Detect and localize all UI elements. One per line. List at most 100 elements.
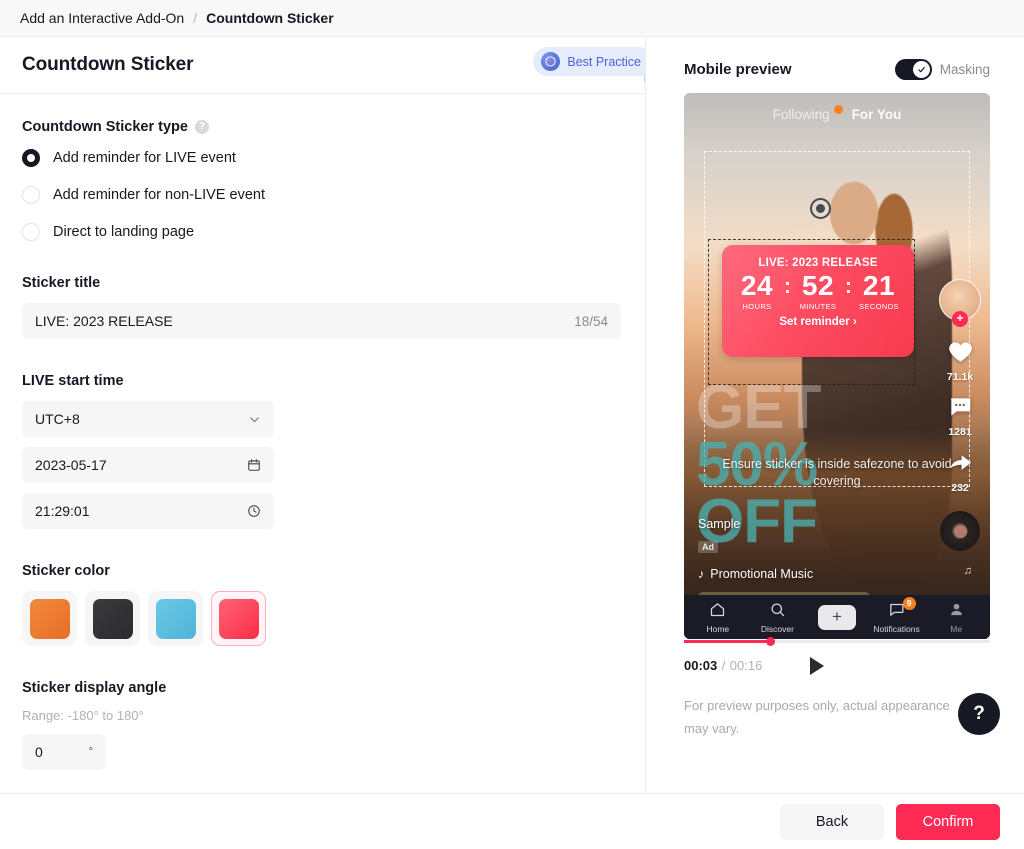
- person-icon: [948, 601, 965, 623]
- action-rail: + 71.1k 1281: [939, 279, 981, 551]
- calendar-icon: [247, 458, 261, 472]
- countdown-seconds: 21 SECONDS: [852, 272, 906, 311]
- focus-lens-icon: [810, 198, 831, 219]
- phone-preview: Following For You GET 50% OFF: [684, 93, 990, 639]
- share-arrow-icon: [947, 449, 974, 481]
- best-practice-badge[interactable]: Best Practice: [533, 47, 646, 76]
- comment-count: 1281: [948, 426, 971, 438]
- radio-non-live-label: Add reminder for non-LIVE event: [53, 187, 265, 203]
- radio-option-live[interactable]: Add reminder for LIVE event: [22, 149, 623, 167]
- countdown-hours-value: 24: [741, 272, 773, 301]
- radio-option-landing-page[interactable]: Direct to landing page: [22, 223, 623, 241]
- home-icon: [709, 601, 726, 623]
- current-time: 00:03: [684, 658, 717, 673]
- preview-inner: Mobile preview Masking: [646, 37, 1024, 741]
- tab-create[interactable]: +: [808, 605, 866, 630]
- color-swatch-black[interactable]: [85, 591, 140, 646]
- color-swatch-red[interactable]: [211, 591, 266, 646]
- sticker-angle-value: 0: [35, 744, 43, 760]
- radio-option-non-live[interactable]: Add reminder for non-LIVE event: [22, 186, 623, 204]
- clock-icon: [247, 504, 261, 518]
- help-button[interactable]: ?: [958, 693, 1000, 735]
- radio-landing-page-indicator[interactable]: [22, 223, 40, 241]
- set-reminder-label: Set reminder: [779, 316, 849, 328]
- color-swatch-list: [22, 591, 623, 646]
- countdown-seconds-label: SECONDS: [859, 302, 899, 311]
- tab-home[interactable]: Home: [689, 601, 747, 634]
- progress-fill: [684, 640, 770, 643]
- follow-plus-icon[interactable]: +: [952, 311, 968, 327]
- countdown-seconds-value: 21: [863, 272, 895, 301]
- timezone-select[interactable]: UTC+8: [22, 401, 274, 437]
- comment-action[interactable]: 1281: [947, 394, 973, 438]
- feed-tab-following[interactable]: Following: [773, 107, 830, 122]
- tab-home-label: Home: [706, 624, 729, 634]
- floating-music-notes-icon: ♫: [964, 565, 972, 577]
- music-disc-icon[interactable]: [940, 511, 980, 551]
- countdown-minutes: 52 MINUTES: [791, 272, 845, 311]
- swatch-fill-orange: [30, 599, 70, 639]
- share-count: 232: [951, 482, 969, 494]
- share-action[interactable]: 232: [947, 449, 974, 494]
- masking-control[interactable]: Masking: [895, 59, 990, 80]
- preview-header: Mobile preview Masking: [684, 59, 990, 80]
- countdown-minutes-label: MINUTES: [800, 302, 837, 311]
- sticker-title-section: Sticker title LIVE: 2023 RELEASE 18/54: [22, 275, 623, 339]
- question-mark-icon[interactable]: ?: [195, 120, 209, 134]
- live-indicator-dot: [834, 105, 843, 114]
- video-progress-bar[interactable]: [684, 640, 990, 643]
- sticker-angle-label: Sticker display angle: [22, 680, 623, 696]
- breadcrumb: Add an Interactive Add-On / Countdown St…: [0, 0, 1024, 37]
- preview-panel: Mobile preview Masking: [646, 37, 1024, 793]
- tab-me-label: Me: [950, 624, 962, 634]
- timezone-value: UTC+8: [35, 411, 248, 427]
- time-input[interactable]: 21:29:01: [22, 493, 274, 529]
- avatar[interactable]: +: [939, 279, 981, 327]
- question-mark-icon-fab: ?: [973, 703, 985, 725]
- panel-header: Countdown Sticker Best Practice: [0, 37, 645, 94]
- play-icon[interactable]: [810, 657, 824, 675]
- video-music-row: ♪ Promotional Music: [698, 567, 813, 581]
- phone-tabbar: Home Discover +: [684, 595, 990, 639]
- video-caption: Sample: [698, 517, 740, 531]
- sticker-title-input[interactable]: LIVE: 2023 RELEASE 18/54: [22, 303, 621, 339]
- tab-me[interactable]: Me: [927, 601, 985, 634]
- color-swatch-orange[interactable]: [22, 591, 77, 646]
- heart-icon: [947, 338, 974, 370]
- confirm-button[interactable]: Confirm: [896, 804, 1000, 840]
- radio-non-live-indicator[interactable]: [22, 186, 40, 204]
- tab-notifications[interactable]: 9 Notifications: [868, 601, 926, 634]
- masking-label: Masking: [940, 62, 990, 77]
- progress-handle[interactable]: [766, 637, 775, 646]
- sticker-title-label: Sticker title: [22, 275, 623, 291]
- time-value: 21:29:01: [35, 503, 247, 519]
- date-input[interactable]: 2023-05-17: [22, 447, 274, 483]
- sticker-title-value: LIVE: 2023 RELEASE: [35, 313, 574, 329]
- breadcrumb-parent[interactable]: Add an Interactive Add-On: [20, 10, 184, 26]
- set-reminder-button[interactable]: Set reminder ›: [779, 316, 856, 328]
- compass-icon: [541, 52, 560, 71]
- back-button[interactable]: Back: [780, 804, 884, 840]
- breadcrumb-separator: /: [193, 10, 197, 26]
- notifications-badge: 9: [903, 597, 916, 610]
- feed-tab-for-you[interactable]: For You: [852, 107, 902, 122]
- countdown-sticker[interactable]: LIVE: 2023 RELEASE 24 HOURS : 52 MINUTES: [722, 245, 914, 357]
- tab-discover[interactable]: Discover: [748, 601, 806, 634]
- time-display: 00:03 / 00:16: [684, 657, 762, 675]
- degree-unit: °: [89, 746, 93, 758]
- radio-live-label: Add reminder for LIVE event: [53, 150, 236, 166]
- safezone-note: Ensure sticker is inside safezone to avo…: [698, 456, 976, 490]
- plus-icon[interactable]: +: [818, 605, 856, 630]
- countdown-hours: 24 HOURS: [730, 272, 784, 311]
- breadcrumb-current: Countdown Sticker: [206, 10, 334, 26]
- color-swatch-blue[interactable]: [148, 591, 203, 646]
- masking-toggle[interactable]: [895, 59, 932, 80]
- chevron-right-icon: ›: [853, 316, 857, 328]
- sticker-angle-input[interactable]: 0 °: [22, 734, 106, 770]
- preview-title: Mobile preview: [684, 61, 792, 78]
- radio-live-indicator[interactable]: [22, 149, 40, 167]
- tab-discover-label: Discover: [761, 624, 794, 634]
- sticker-color-section: Sticker color: [22, 563, 623, 646]
- main-columns: Countdown Sticker Best Practice Countdo: [0, 37, 1024, 793]
- like-action[interactable]: 71.1k: [947, 338, 974, 383]
